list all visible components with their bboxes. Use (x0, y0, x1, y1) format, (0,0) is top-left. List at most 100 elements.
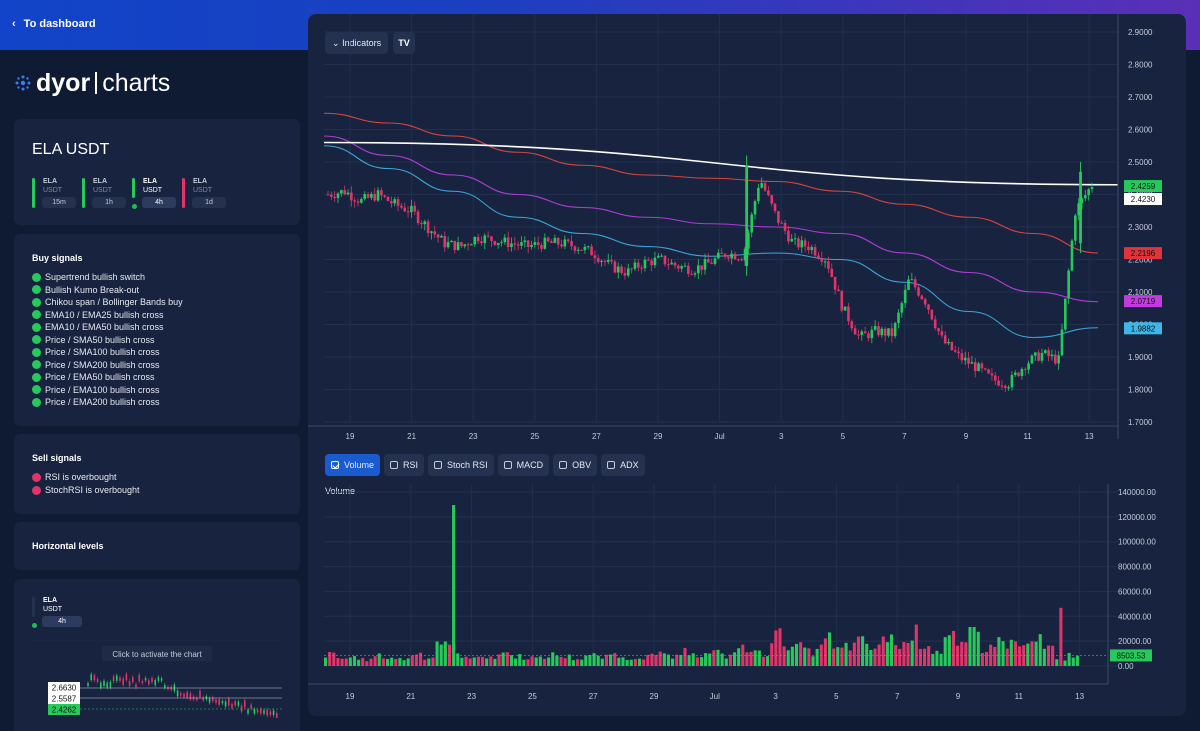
candle-body (933, 319, 937, 329)
tab-rsi[interactable]: RSI (384, 454, 425, 476)
horizontal-levels-title: Horizontal levels (32, 541, 104, 551)
volume-bar (823, 638, 827, 666)
volume-bar (972, 627, 976, 666)
candle-body (820, 258, 824, 262)
horizontal-levels-card[interactable]: Horizontal levels (14, 522, 300, 570)
mini-candle-body (176, 690, 179, 697)
timeframe-4h[interactable]: ELA USDT 4h (132, 176, 178, 210)
candle-body (573, 246, 577, 251)
timeframe-button[interactable]: 15m (42, 197, 76, 208)
volume-bar (927, 646, 931, 666)
bullish-icon (32, 360, 41, 369)
candle-body (410, 205, 413, 213)
candle-body (737, 259, 740, 261)
mini-candle-body (151, 677, 153, 682)
candle-body (656, 255, 660, 258)
mini-timeframe-button[interactable]: 4h (42, 616, 82, 627)
y-tick-label: 120000.00 (1118, 513, 1156, 522)
dyor-logo[interactable]: dyor charts (14, 68, 170, 98)
volume-chart[interactable]: 140000.00 120000.00 100000.00 80000.00 60000… (308, 484, 1186, 716)
volume-bar (699, 657, 704, 666)
x-tick-label: 25 (530, 432, 539, 441)
buy-signals-card: Buy signals Supertrend bullish switch Bu… (14, 234, 300, 426)
buy-signal-label: Price / EMA200 bullish cross (45, 397, 160, 407)
timeframe-button[interactable]: 1d (192, 197, 226, 208)
mini-timeframe[interactable]: ELA USDT 4h (32, 595, 82, 629)
tab-adx[interactable]: ADX (601, 454, 645, 476)
buy-signal-label: Price / EMA50 bullish cross (45, 372, 155, 382)
candle-body (1064, 298, 1067, 330)
mini-candle-body (256, 709, 259, 713)
candle-body (413, 205, 417, 212)
tab-macd[interactable]: MACD (497, 454, 550, 476)
y-tick-label: 140000.00 (1118, 488, 1156, 497)
candle-body (997, 380, 1000, 386)
candle-body (380, 190, 383, 196)
volume-bar (732, 652, 737, 666)
candle-body (580, 249, 583, 251)
tab-label: ADX (620, 460, 639, 470)
mini-candle-body (106, 682, 108, 688)
candle-body (663, 255, 667, 265)
volume-bar (1038, 634, 1042, 666)
volume-bar (414, 654, 418, 666)
candle-body (640, 267, 643, 269)
candle-body (613, 261, 617, 273)
candle-body (753, 201, 757, 215)
x-tick-label: Jul (710, 692, 720, 701)
volume-bar (728, 654, 732, 666)
volume-bar (538, 656, 542, 666)
candle-body (576, 249, 580, 251)
candle-body (733, 253, 737, 260)
active-timeframe-dot (132, 204, 137, 209)
candle-body (436, 234, 440, 238)
candle-body (596, 258, 600, 262)
timeframe-15m[interactable]: ELA USDT 15m (32, 176, 78, 210)
candle-body (967, 357, 970, 364)
timeframe-button[interactable]: 1h (92, 197, 126, 208)
candle-body (903, 289, 907, 304)
price-candles (326, 155, 1094, 392)
candle-body (510, 243, 513, 248)
to-dashboard-link[interactable]: ‹ To dashboard (12, 18, 96, 30)
mini-level-label: 2.5587 (52, 695, 77, 704)
bullish-icon (32, 285, 41, 294)
mini-chart[interactable]: Click to activate the chart 2.6630 2.558… (32, 640, 284, 718)
candle-body (860, 331, 864, 335)
candle-body (460, 242, 463, 247)
candle-body (707, 259, 710, 263)
price-chart[interactable]: 2.90002.80002.70002.60002.50002.40002.30… (308, 14, 1186, 450)
tab-stoch-rsi[interactable]: Stoch RSI (428, 454, 494, 476)
volume-bar (906, 643, 910, 666)
candle-body (993, 375, 997, 381)
volume-bar (584, 655, 588, 666)
volume-bar (328, 651, 332, 666)
mini-candle-body (199, 690, 201, 698)
timeframe-color-bar (82, 178, 85, 208)
candle-body (453, 240, 457, 251)
candle-body (393, 199, 397, 204)
x-tick-label: 19 (346, 692, 355, 701)
candle-body (823, 261, 827, 263)
candle-body (396, 199, 400, 206)
timeframe-1h[interactable]: ELA USDT 1h (82, 176, 128, 210)
volume-bar (918, 648, 922, 666)
tab-obv[interactable]: OBV (553, 454, 598, 476)
candle-body (1057, 355, 1060, 364)
y-tick-label: 100000.00 (1118, 538, 1156, 547)
candle-body (717, 252, 720, 259)
price-badge-label: 2.4259 (1131, 182, 1156, 191)
candle-body (653, 257, 657, 266)
tab-volume[interactable]: Volume (325, 454, 381, 476)
candle-body (433, 231, 437, 235)
mini-candle-body (135, 684, 137, 688)
timeframe-button[interactable]: 4h (142, 197, 176, 208)
volume-bar (658, 651, 662, 666)
x-tick-label: 21 (406, 692, 415, 701)
candle-body (600, 260, 603, 262)
timeframe-1d[interactable]: ELA USDT 1d (182, 176, 228, 210)
mini-candle-body (100, 682, 102, 688)
y-tick-label: 2.9000 (1128, 28, 1153, 37)
candle-body (560, 244, 563, 247)
volume-bar (497, 654, 501, 666)
